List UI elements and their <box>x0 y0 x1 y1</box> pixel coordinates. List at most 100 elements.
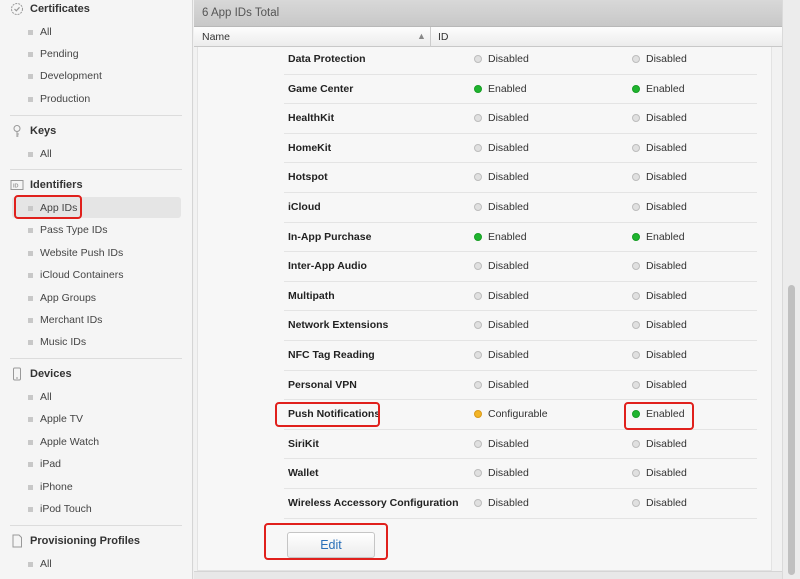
sidebar-item-pass-type-ids[interactable]: Pass Type IDs <box>28 222 108 238</box>
column-header: Name ▲ ID <box>194 27 782 47</box>
status-label: Disabled <box>488 112 529 125</box>
sidebar-item-profiles-all[interactable]: All <box>28 556 52 572</box>
service-row: Push Notifications Configurable Enabled <box>284 400 757 430</box>
sidebar-item-apple-tv[interactable]: Apple TV <box>28 411 83 427</box>
scrollbar[interactable] <box>782 0 800 579</box>
service-row: Hotspot Disabled Disabled <box>284 163 757 193</box>
bullet-icon <box>28 272 33 278</box>
status-dot-icon <box>474 351 482 359</box>
status-label: Disabled <box>646 467 687 480</box>
distribution-status: Enabled <box>632 408 685 420</box>
service-name: In-App Purchase <box>288 230 372 243</box>
section-certificates: Certificates <box>10 1 90 17</box>
status-label: Enabled <box>488 82 527 95</box>
bullet-icon <box>28 317 33 323</box>
development-status: Disabled <box>474 53 529 65</box>
development-status: Disabled <box>474 379 529 391</box>
status-dot-icon <box>632 232 640 241</box>
section-keys: Keys <box>10 123 56 139</box>
status-dot-icon <box>474 262 482 271</box>
service-row: Wireless Accessory Configuration Disabled… <box>284 489 757 519</box>
divider <box>10 115 182 116</box>
status-label: Disabled <box>488 378 529 391</box>
sidebar-item-apple-watch[interactable]: Apple Watch <box>28 434 99 450</box>
development-status: Disabled <box>474 438 529 450</box>
sidebar-item-app-ids[interactable]: App IDs <box>28 200 77 216</box>
column-name-header[interactable]: Name <box>202 31 230 43</box>
status-dot-icon <box>632 439 640 448</box>
sidebar-item-pending[interactable]: Pending <box>28 46 79 62</box>
sidebar-item-ipod-touch[interactable]: iPod Touch <box>28 501 92 517</box>
status-dot-icon <box>474 499 482 507</box>
service-name: Hotspot <box>288 171 328 184</box>
status-dot-icon <box>474 55 482 63</box>
distribution-status: Enabled <box>632 231 685 243</box>
service-name: HealthKit <box>288 112 335 125</box>
status-label: Enabled <box>646 230 685 243</box>
development-status: Disabled <box>474 171 529 183</box>
status-label: Enabled <box>488 230 527 243</box>
status-dot-icon <box>474 469 482 478</box>
service-name: Network Extensions <box>288 319 389 332</box>
bullet-icon <box>28 250 33 256</box>
status-label: Disabled <box>488 141 529 154</box>
development-status: Disabled <box>474 142 529 154</box>
bullet-icon <box>28 295 33 301</box>
sidebar-item-app-groups[interactable]: App Groups <box>28 290 96 306</box>
status-label: Disabled <box>488 349 529 361</box>
section-title: Certificates <box>30 3 90 15</box>
sidebar-item-devices-all[interactable]: All <box>28 389 52 405</box>
distribution-status: Disabled <box>632 349 687 361</box>
sidebar-item-icloud-containers[interactable]: iCloud Containers <box>28 267 123 283</box>
status-label: Disabled <box>646 112 687 125</box>
section-devices: Devices <box>10 366 72 382</box>
status-dot-icon <box>632 469 640 478</box>
sidebar-item-music-ids[interactable]: Music IDs <box>28 334 86 350</box>
distribution-status: Disabled <box>632 379 687 391</box>
status-label: Enabled <box>646 82 685 95</box>
status-label: Disabled <box>646 260 687 273</box>
status-dot-icon <box>632 84 640 93</box>
status-label: Disabled <box>488 289 529 302</box>
status-dot-icon <box>632 262 640 271</box>
scrollbar-thumb[interactable] <box>788 285 795 575</box>
status-label: Disabled <box>646 141 687 154</box>
section-identifiers: ID Identifiers <box>10 177 83 193</box>
sidebar-item-ipad[interactable]: iPad <box>28 456 61 472</box>
bullet-icon <box>28 96 33 102</box>
column-id-header[interactable]: ID <box>438 31 449 43</box>
sort-ascending-icon[interactable]: ▲ <box>417 31 426 41</box>
status-label: Disabled <box>646 349 687 361</box>
status-dot-icon <box>632 143 640 152</box>
development-status: Disabled <box>474 290 529 302</box>
sidebar-item-website-push-ids[interactable]: Website Push IDs <box>28 245 123 261</box>
sidebar-item-development[interactable]: Development <box>28 68 102 84</box>
status-label: Disabled <box>646 289 687 302</box>
status-dot-icon <box>474 203 482 211</box>
status-label: Disabled <box>488 467 529 480</box>
status-dot-icon <box>474 84 482 93</box>
bullet-icon <box>28 151 33 157</box>
status-label: Disabled <box>488 171 529 184</box>
sidebar-item-production[interactable]: Production <box>28 91 90 107</box>
bullet-icon <box>28 227 33 233</box>
status-dot-icon <box>474 380 482 389</box>
sidebar-item-certificates-all[interactable]: All <box>28 24 52 40</box>
development-status: Enabled <box>474 83 527 95</box>
column-separator <box>430 27 431 47</box>
development-status: Disabled <box>474 497 529 509</box>
bullet-icon <box>28 439 33 445</box>
bullet-icon <box>28 461 33 467</box>
status-label: Disabled <box>488 260 529 273</box>
sidebar: Certificates All Pending Development Pro… <box>0 0 193 579</box>
sidebar-item-keys-all[interactable]: All <box>28 146 52 162</box>
id-card-icon: ID <box>10 178 24 192</box>
development-status: Disabled <box>474 260 529 272</box>
sidebar-item-iphone[interactable]: iPhone <box>28 479 73 495</box>
sidebar-item-merchant-ids[interactable]: Merchant IDs <box>28 312 102 328</box>
edit-button[interactable]: Edit <box>287 532 375 558</box>
section-title: Provisioning Profiles <box>30 535 141 547</box>
status-label: Disabled <box>488 437 529 450</box>
status-dot-icon <box>632 410 640 419</box>
bullet-icon <box>28 29 33 35</box>
